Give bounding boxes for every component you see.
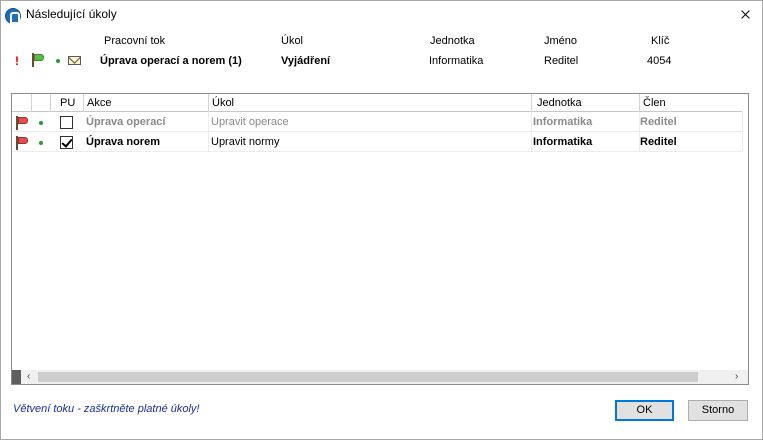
- red-flag-icon: [15, 136, 29, 150]
- row-member: Reditel: [640, 136, 677, 148]
- ok-button[interactable]: OK: [615, 400, 674, 421]
- col-header-clen[interactable]: Člen: [639, 94, 742, 112]
- unit-label: Jednotka: [430, 35, 475, 47]
- workflow-label: Pracovní tok: [104, 35, 166, 47]
- col-header-flag[interactable]: [12, 94, 31, 112]
- table-row[interactable]: Úprava norem Upravit normy Informatika R…: [12, 133, 742, 152]
- col-header-dot[interactable]: [31, 94, 50, 112]
- pu-checkbox[interactable]: [60, 136, 73, 149]
- dot-icon: [39, 121, 43, 125]
- dialog-window: Následující úkoly Pracovní tok Úkol Jedn…: [0, 0, 763, 440]
- column-divider: [531, 112, 532, 152]
- column-divider: [639, 112, 640, 152]
- tasks-grid: PU Akce Úkol Jednotka Člen Úprava operac…: [11, 93, 749, 385]
- column-divider: [742, 112, 743, 152]
- row-unit: Informatika: [533, 136, 593, 148]
- dot-icon: [56, 59, 60, 63]
- red-flag-icon: [15, 116, 29, 130]
- exclamation-icon: !: [15, 54, 19, 68]
- pu-checkbox[interactable]: [60, 116, 73, 129]
- window-title: Následující úkoly: [26, 7, 117, 21]
- row-action: Úprava operací: [86, 116, 166, 128]
- task-value: Vyjádření: [281, 55, 331, 67]
- mail-icon: [68, 56, 81, 65]
- dot-icon: [39, 141, 43, 145]
- table-row[interactable]: Úprava operací Upravit operace Informati…: [12, 113, 742, 132]
- scroll-left-strip: [12, 370, 21, 384]
- row-unit: Informatika: [533, 116, 593, 128]
- close-icon[interactable]: [728, 1, 762, 29]
- app-logo-icon: [5, 8, 21, 24]
- column-divider: [208, 112, 209, 152]
- col-header-akce[interactable]: Akce: [83, 94, 208, 112]
- unit-value: Informatika: [429, 55, 484, 67]
- workflow-value: Úprava operací a norem (1): [100, 55, 242, 67]
- name-label: Jméno: [544, 35, 578, 47]
- task-label: Úkol: [281, 35, 304, 47]
- col-header-pu[interactable]: PU: [50, 94, 83, 112]
- key-value: 4054: [647, 55, 672, 67]
- col-header-jednotka[interactable]: Jednotka: [531, 94, 639, 112]
- key-label: Klíč: [651, 35, 670, 47]
- row-member: Reditel: [640, 116, 677, 128]
- scrollbar-thumb[interactable]: [38, 372, 698, 382]
- footer-message: Větvení toku - zaškrtněte platné úkoly!: [13, 403, 200, 415]
- grid-header: PU Akce Úkol Jednotka Člen: [12, 94, 742, 112]
- row-action: Úprava norem: [86, 136, 160, 148]
- scroll-right-icon[interactable]: ›: [735, 372, 738, 382]
- green-flag-icon: [31, 53, 45, 67]
- col-header-ukol[interactable]: Úkol: [208, 94, 531, 112]
- name-value: Reditel: [544, 55, 579, 67]
- title-bar: Následující úkoly: [1, 1, 762, 29]
- horizontal-scrollbar[interactable]: ‹ ›: [21, 370, 748, 384]
- scroll-left-icon[interactable]: ‹: [27, 372, 30, 382]
- cancel-button[interactable]: Storno: [688, 400, 748, 421]
- row-task: Upravit normy: [211, 136, 280, 148]
- row-task: Upravit operace: [211, 116, 289, 128]
